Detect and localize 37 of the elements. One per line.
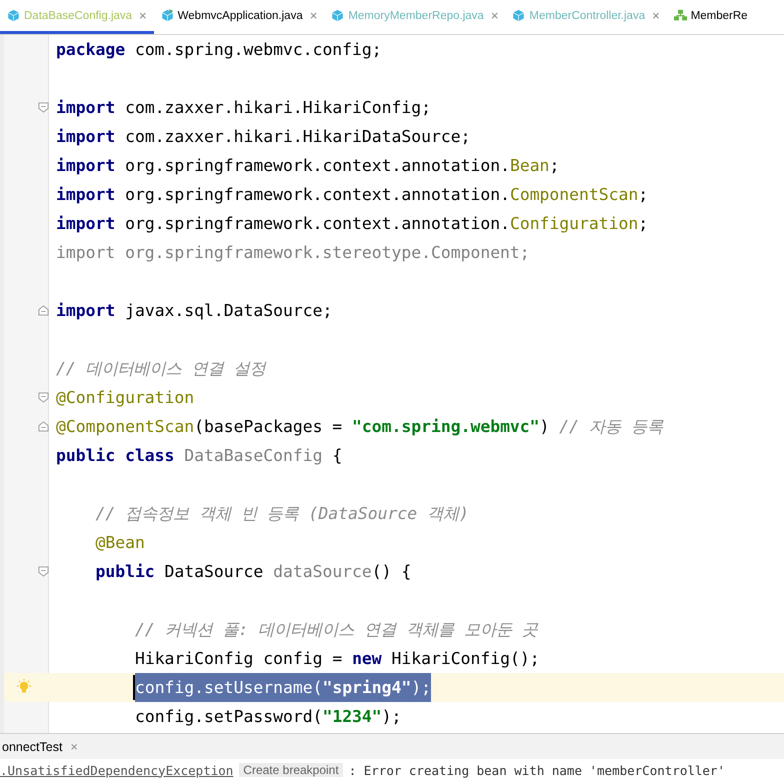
create-breakpoint-button[interactable]: Create breakpoint bbox=[239, 763, 343, 777]
editor-tab[interactable]: MemoryMemberRepo.java × bbox=[324, 0, 506, 34]
editor-tab[interactable]: WebmvcApplication.java × bbox=[154, 0, 324, 34]
close-icon[interactable]: × bbox=[490, 8, 498, 23]
code-line: // 커넥션 풀: 데이터베이스 연결 객체를 모아둔 곳 bbox=[134, 618, 538, 640]
exception-link[interactable]: .UnsatisfiedDependencyException bbox=[0, 762, 234, 778]
code-line: import org.springframework.context.annotation.ComponentScan; bbox=[55, 184, 648, 206]
code-line: @Bean bbox=[94, 532, 145, 554]
code-line: import javax.sql.DataSource; bbox=[55, 300, 332, 322]
code-line: package com.spring.webmvc.config; bbox=[55, 39, 382, 61]
close-icon[interactable]: × bbox=[70, 740, 78, 754]
code-line: @Configuration bbox=[55, 387, 194, 409]
console-message: : Error creating bean with name 'memberController' bbox=[348, 762, 725, 778]
code-line: // 접속정보 객체 빈 등록 (DataSource 객체) bbox=[94, 502, 469, 524]
light-bulb-icon[interactable] bbox=[16, 679, 32, 695]
run-tab[interactable]: onnectTest × bbox=[0, 734, 86, 759]
code-line: // 데이터베이스 연결 설정 bbox=[55, 358, 266, 380]
code-line: import org.springframework.stereotype.Component; bbox=[55, 242, 530, 264]
code-line: @ComponentScan(basePackages = "com.spring.webmvc") // 자동 등록 bbox=[55, 416, 663, 438]
cube-icon bbox=[331, 9, 344, 22]
code-line: public class DataBaseConfig { bbox=[55, 445, 342, 467]
cube-with-arrow-icon bbox=[160, 9, 174, 22]
code-line: HikariConfig config = new HikariConfig(); bbox=[134, 648, 540, 670]
cube-icon bbox=[7, 9, 20, 22]
close-icon[interactable]: × bbox=[139, 8, 147, 23]
editor-tab[interactable]: MemberRe bbox=[666, 0, 755, 34]
code-line: import org.springframework.context.annotation.Bean; bbox=[55, 155, 560, 177]
code-line: import com.zaxxer.hikari.HikariConfig; bbox=[55, 97, 431, 119]
code-line: import org.springframework.context.annotation.Configuration; bbox=[55, 213, 648, 235]
structure-icon bbox=[674, 9, 687, 22]
close-icon[interactable]: × bbox=[652, 8, 660, 23]
close-icon[interactable]: × bbox=[310, 8, 318, 23]
cube-icon bbox=[512, 9, 526, 22]
editor-tab[interactable]: MemberController.java × bbox=[505, 0, 667, 34]
code-line: public DataSource dataSource() { bbox=[94, 561, 412, 583]
code-line: config.setPassword("1234"); bbox=[134, 706, 402, 728]
code-line: import com.zaxxer.hikari.HikariDataSource; bbox=[55, 126, 470, 148]
